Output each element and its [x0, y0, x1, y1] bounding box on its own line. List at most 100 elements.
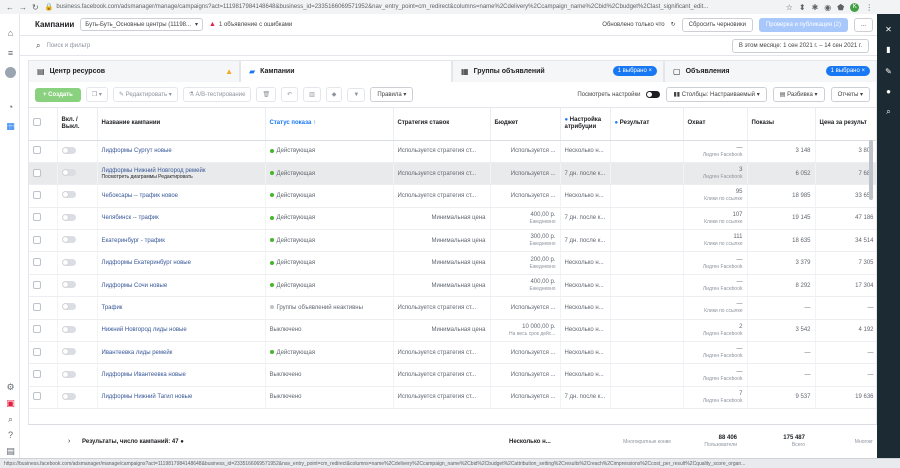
budget-cell[interactable]: 200,00 р. Ежедневно [490, 251, 561, 275]
campaign-name-cell[interactable]: Чебоксары -- трафик новое [97, 184, 266, 208]
campaign-toggle[interactable] [61, 146, 76, 154]
date-range-picker[interactable]: В этом месяце: 1 сен 2021 г. – 14 сен 20… [731, 38, 869, 53]
campaign-name-link[interactable]: Лидформы Ивантеевка новые [102, 372, 186, 378]
close-icon[interactable]: ✕ [883, 24, 894, 35]
column-header-status[interactable]: Статус показа ↑ [265, 108, 394, 141]
tab-ad-sets[interactable]: ▦ Группы объявлений 1 выбрано × [452, 60, 664, 82]
row-select-cell[interactable] [29, 319, 58, 343]
budget-cell[interactable]: 400,00 р. Ежедневно [490, 274, 561, 298]
table-row[interactable]: Екатеринбург - трафик Действующая Минималь… [29, 229, 876, 253]
budget-cell[interactable]: 400,00 р. Ежедневно [490, 207, 561, 231]
row-toggle-cell[interactable] [57, 207, 98, 231]
campaign-name-link[interactable]: Екатеринбург - трафик [102, 238, 165, 244]
row-toggle-cell[interactable] [57, 363, 98, 387]
duplicate-button[interactable]: ❐ ▾ [85, 87, 108, 102]
report-icon[interactable]: ▤ [5, 446, 16, 457]
budget-cell[interactable]: Используется ... [490, 386, 561, 410]
rules-dropdown[interactable]: Правила ▾ [370, 87, 414, 102]
edit-button[interactable]: ✎ Редактировать ▾ [112, 87, 178, 102]
extension-icon[interactable]: ⬍ [799, 3, 806, 12]
row-checkbox[interactable] [33, 235, 41, 244]
tab-ads[interactable]: ▢ Объявления 1 выбрано × [664, 60, 877, 82]
row-select-cell[interactable] [29, 386, 58, 410]
campaign-name-cell[interactable]: Ивантеевка лиды ремейк [97, 341, 266, 365]
row-checkbox[interactable] [33, 213, 41, 222]
table-row[interactable]: Лидформы Сочи новые Действующая Минимальна… [29, 274, 876, 298]
tab-resource-center[interactable]: ▤ Центр ресурсов ▲ [28, 60, 240, 82]
shield-icon[interactable]: ◉ [824, 3, 831, 12]
budget-cell[interactable]: Используется ... [490, 296, 561, 320]
row-select-cell[interactable] [29, 207, 58, 231]
row-checkbox[interactable] [33, 325, 41, 334]
address-bar[interactable]: 🔒 business.facebook.com/adsmanager/manag… [45, 3, 780, 11]
row-toggle-cell[interactable] [57, 341, 98, 365]
row-checkbox[interactable] [33, 280, 41, 289]
budget-cell[interactable]: 300,00 р. Ежедневно [490, 229, 561, 253]
back-icon[interactable]: ← [6, 3, 14, 12]
campaign-name-link[interactable]: Ивантеевка лиды ремейк [102, 350, 173, 356]
column-header-name[interactable]: Название кампании [97, 108, 266, 141]
row-select-cell[interactable] [29, 341, 58, 365]
budget-cell[interactable]: Используется ... [490, 162, 561, 186]
table-row[interactable]: Лидформы Ивантеевка новые Выключено Исполь… [29, 363, 876, 387]
row-toggle-cell[interactable] [57, 319, 98, 343]
campaign-name-cell[interactable]: Лидформы Екатеринбург новые [97, 251, 266, 275]
row-toggle-cell[interactable] [57, 296, 98, 320]
campaign-name-link[interactable]: Лидформы Сочи новые [102, 283, 168, 289]
campaign-name-link[interactable]: Нижний Новгород лиды новые [102, 327, 187, 333]
circle-icon[interactable]: ● [883, 86, 894, 97]
table-row[interactable]: Нижний Новгород лиды новые Выключено Миним… [29, 319, 876, 343]
search-input[interactable]: Поиск и фильтр [46, 43, 90, 49]
row-checkbox[interactable] [33, 302, 41, 311]
bookmark-button[interactable]: ▼ [347, 87, 366, 102]
row-checkbox[interactable] [33, 370, 41, 379]
row-toggle-cell[interactable] [57, 162, 98, 186]
campaign-toggle[interactable] [61, 213, 76, 221]
profile-avatar-icon[interactable]: K [850, 2, 860, 12]
column-header-cost[interactable]: Цена за результ [815, 108, 876, 141]
reload-icon[interactable]: ↻ [32, 3, 39, 12]
row-checkbox[interactable] [33, 190, 41, 199]
campaign-name-link[interactable]: Челябинск -- трафик [102, 215, 159, 221]
help-icon[interactable]: ? [5, 430, 16, 441]
campaign-name-cell[interactable]: Лидформы Нижний Тагил новые [97, 386, 266, 410]
account-selector[interactable]: Буть-Буть_Основные центры (11198... ▾ [80, 18, 204, 31]
table-scrollbar[interactable] [869, 140, 873, 200]
row-toggle-cell[interactable] [57, 140, 98, 163]
campaign-toggle[interactable] [61, 169, 76, 177]
campaign-name-cell[interactable]: Нижний Новгород лиды новые [97, 319, 266, 343]
row-toggle-cell[interactable] [57, 274, 98, 298]
row-select-cell[interactable] [29, 184, 58, 208]
campaign-name-link[interactable]: Лидформы Екатеринбург новые [102, 260, 191, 266]
table-row[interactable]: Ивантеевка лиды ремейк Действующая Использ… [29, 341, 876, 365]
zoom-icon[interactable]: ⌕ [883, 106, 894, 117]
breakdown-dropdown[interactable]: ▤ Разбивка ▾ [772, 87, 825, 102]
campaign-toggle[interactable] [61, 258, 76, 266]
chart-icon[interactable]: ▮ [883, 44, 894, 55]
table-row[interactable]: Лидформы Екатеринбург новые Действующая Ми… [29, 251, 876, 275]
row-select-cell[interactable] [29, 229, 58, 253]
row-checkbox[interactable] [33, 168, 41, 177]
budget-cell[interactable]: Используется ... [490, 341, 561, 365]
table-row[interactable]: Лидформы Нижний Тагил новые Выключено Испо… [29, 386, 876, 410]
tab-campaigns[interactable]: ▰ Кампании [240, 60, 452, 82]
campaign-name-cell[interactable]: Трафик [97, 296, 266, 320]
column-header-bid[interactable]: Стратегия ставок [393, 108, 491, 141]
campaign-toggle[interactable] [61, 303, 76, 311]
campaign-toggle[interactable] [61, 348, 76, 356]
pencil-icon[interactable]: ✎ [883, 66, 894, 77]
row-checkbox[interactable] [33, 146, 41, 155]
row-checkbox[interactable] [33, 392, 41, 401]
row-select-cell[interactable] [29, 140, 58, 163]
review-publish-button[interactable]: Проверка и публикация (2) [758, 17, 848, 32]
reports-dropdown[interactable]: Отчеты ▾ [830, 87, 870, 102]
expand-chevron-icon[interactable]: › [68, 438, 70, 445]
campaign-name-cell[interactable]: Екатеринбург - трафик [97, 229, 266, 253]
campaign-name-link[interactable]: Лидформы Нижний Новгород ремейк [102, 168, 206, 174]
budget-cell[interactable]: Используется ... [490, 363, 561, 387]
row-select-cell[interactable] [29, 296, 58, 320]
row-select-cell[interactable] [29, 363, 58, 387]
campaign-name-cell[interactable]: Челябинск -- трафик [97, 207, 266, 231]
notifications-icon[interactable]: ▣ [5, 398, 16, 409]
hamburger-menu-icon[interactable]: ≡ [5, 48, 16, 59]
